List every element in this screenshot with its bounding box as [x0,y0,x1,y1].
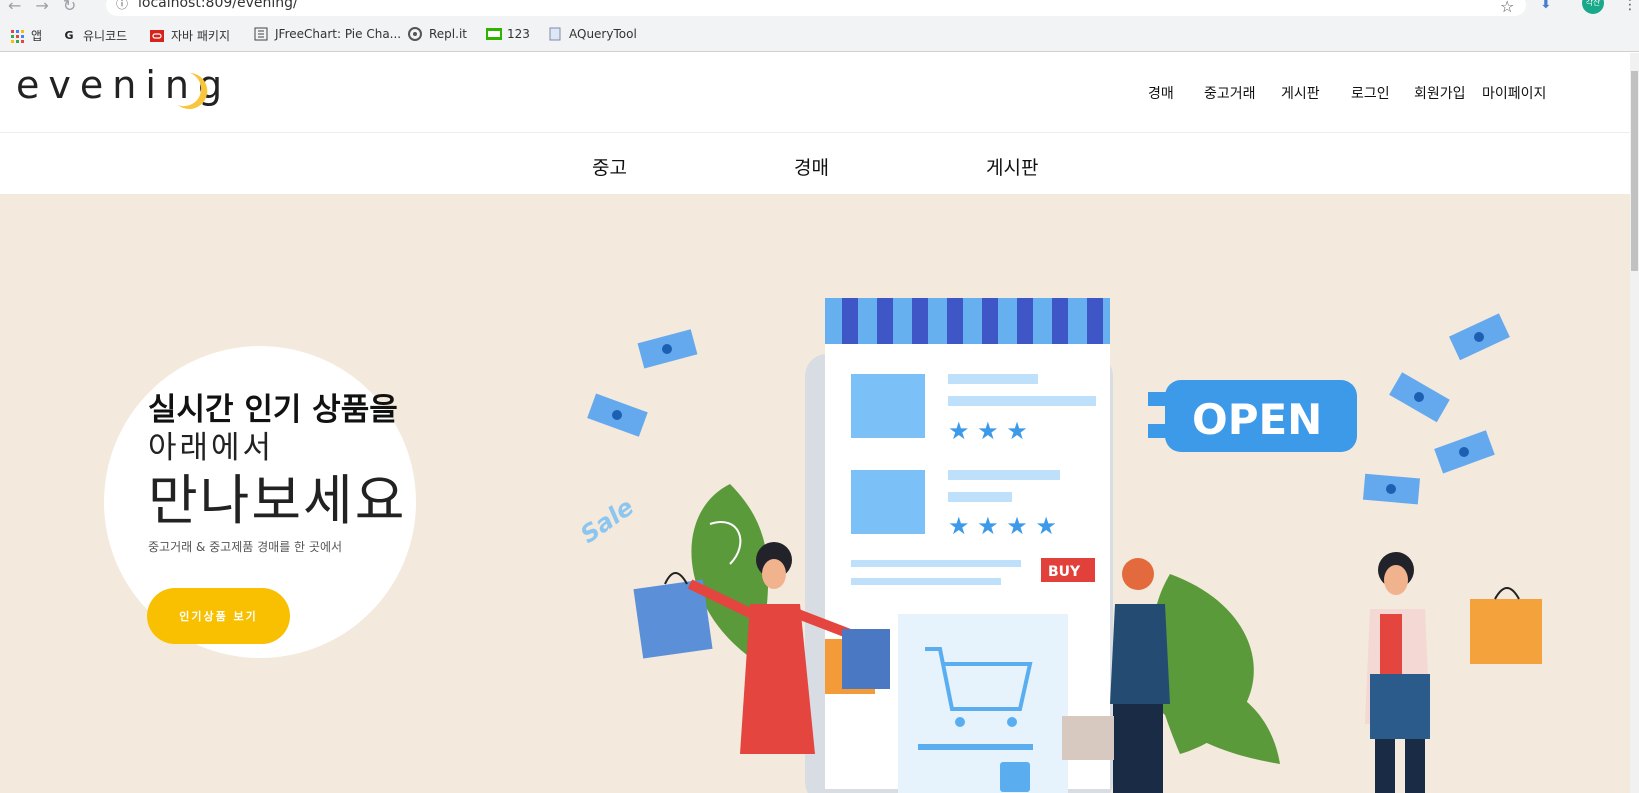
apps-grid-icon [10,29,24,43]
bookmarks-bar: 앱 G 유니코드 자바 패키지 JFreeChart: Pie Cha... R… [0,18,1639,52]
back-arrow-icon[interactable]: ← [8,0,21,15]
sale-text: Sale [580,493,639,549]
hero-subtitle: 중고거래 & 중고제품 경매를 한 곳에서 [148,540,343,554]
address-bar[interactable]: ⓘ localhost:809/evening/ [106,0,1526,16]
bookmark-label: AQueryTool [569,27,637,41]
scrollbar-thumb[interactable] [1631,71,1638,271]
page-scrollbar[interactable] [1630,53,1639,793]
nav-board[interactable]: 게시판 [1281,83,1320,103]
hero-title-line3: 만나보세요 [148,469,407,532]
profile-avatar[interactable]: 각산 [1582,0,1604,14]
nav-signup[interactable]: 회원가입 [1414,83,1466,103]
popular-items-button[interactable]: 인기상품 보기 [147,588,290,644]
bookmark-label: Repl.it [429,27,467,41]
nav-login[interactable]: 로그인 [1351,83,1390,103]
blog-icon [486,27,502,41]
browser-menu-icon[interactable]: ⋮ [1623,0,1637,13]
bookmark-star-icon[interactable]: ☆ [1500,0,1514,16]
svg-text:★ ★ ★ ★: ★ ★ ★ ★ [948,512,1057,540]
bookmark-label: JFreeChart: Pie Cha... [275,27,402,41]
hero-banner: 실시간 인기 상품을 아래에서 만나보세요 중고거래 & 중고제품 경매를 한 … [0,194,1639,793]
bookmark-unicode[interactable]: G 유니코드 [62,27,127,44]
browser-nav: ← → ↻ [8,0,90,15]
open-sign: OPEN [1192,395,1322,444]
nav-used-trade[interactable]: 중고거래 [1204,83,1256,103]
bookmark-label: 123 [507,27,530,41]
category-board[interactable]: 게시판 [986,153,1038,180]
forward-arrow-icon[interactable]: → [35,0,48,15]
replit-icon [408,27,422,41]
bookmark-label: 앱 [31,29,43,43]
bookmark-replit[interactable]: Repl.it [408,27,467,41]
moon-icon [178,73,208,109]
bookmark-123[interactable]: 123 [486,27,530,41]
document-icon [254,27,268,41]
buy-tag: BUY [1048,564,1081,580]
site-header: evening 경매 중고거래 게시판 로그인 회원가입 마이페이지 [0,53,1639,133]
category-used[interactable]: 중고 [592,153,627,180]
oracle-icon [150,29,164,43]
nav-mypage[interactable]: 마이페이지 [1482,83,1546,103]
bookmark-label: 자바 패키지 [171,29,231,43]
bookmark-aquerytool[interactable]: AQueryTool [548,27,637,41]
url-text: localhost:809/evening/ [138,0,298,11]
svg-text:★ ★ ★: ★ ★ ★ [948,417,1028,445]
browser-toolbar: ← → ↻ ⓘ localhost:809/evening/ ☆ ⬇ 각산 ⋮ [0,0,1639,18]
bookmark-java-package[interactable]: 자바 패키지 [150,27,230,44]
awning-stripes [825,298,1110,344]
nav-auction[interactable]: 경매 [1148,83,1174,103]
bookmark-apps[interactable]: 앱 [10,27,42,44]
shopping-illustration: ★ ★ ★ ★ ★ ★ ★ BUY OPEN Sale [580,298,1542,793]
extension-icon[interactable]: ⬇ [1540,0,1552,12]
info-icon[interactable]: ⓘ [116,0,128,13]
page-icon [548,27,562,41]
category-auction[interactable]: 경매 [794,153,829,180]
bookmark-label: 유니코드 [83,29,128,43]
bookmark-jfreechart[interactable]: JFreeChart: Pie Cha... [254,27,401,41]
google-g-icon: G [64,28,74,42]
reload-icon[interactable]: ↻ [63,0,76,15]
category-bar: 중고 경매 게시판 [0,133,1639,194]
